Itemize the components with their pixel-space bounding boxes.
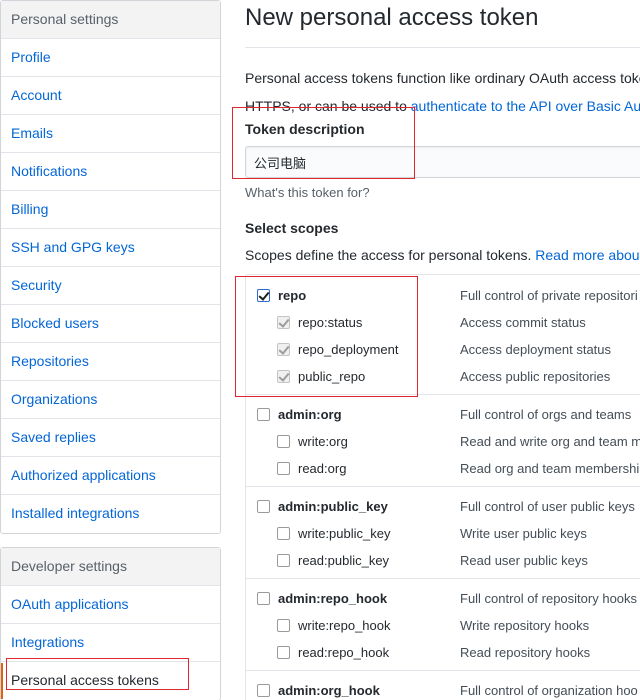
sidebar-item-installed-integrations[interactable]: Installed integrations (1, 495, 220, 533)
scope-description: Access deployment status (460, 342, 612, 357)
scope-row-repo-status: repo:status Access commit status (246, 309, 640, 336)
scope-name: write:repo_hook (298, 618, 391, 633)
developer-settings-menu: Developer settings OAuth applications In… (0, 547, 221, 700)
scope-name: read:org (298, 461, 347, 476)
sidebar-item-blocked-users[interactable]: Blocked users (1, 305, 220, 343)
scope-row-admin-org: admin:org Full control of orgs and teams (246, 401, 640, 428)
scope-row-read-org: read:org Read org and team membership (246, 455, 640, 482)
scope-name: write:public_key (298, 526, 391, 541)
sidebar-item-ssh-gpg-keys[interactable]: SSH and GPG keys (1, 229, 220, 267)
sidebar-item-organizations[interactable]: Organizations (1, 381, 220, 419)
scope-row-admin-org-hook: admin:org_hook Full control of organizat… (246, 677, 640, 700)
intro-text: Personal access tokens function like ord… (245, 64, 640, 120)
scope-group-admin-org: admin:org Full control of orgs and teams… (246, 394, 640, 486)
scope-name: repo:status (298, 315, 363, 330)
scope-checkbox-public-repo[interactable] (277, 370, 290, 383)
scope-name: read:repo_hook (298, 645, 390, 660)
scope-group-admin-org-hook: admin:org_hook Full control of organizat… (246, 670, 640, 700)
token-description-note: What's this token for? (245, 185, 370, 200)
scopes-list: repo Full control of private repositori … (245, 274, 640, 700)
read-more-scopes-link[interactable]: Read more about O (535, 247, 640, 263)
sidebar-item-oauth-applications[interactable]: OAuth applications (1, 586, 220, 624)
scope-description: Read user public keys (460, 553, 588, 568)
scope-description: Read and write org and team m (460, 434, 640, 449)
main-content: New personal access token Personal acces… (245, 0, 640, 700)
scope-checkbox-write-public-key[interactable] (277, 527, 290, 540)
sidebar-item-saved-replies[interactable]: Saved replies (1, 419, 220, 457)
scope-group-admin-public-key: admin:public_key Full control of user pu… (246, 486, 640, 578)
scope-name: admin:public_key (278, 499, 388, 514)
basic-auth-link[interactable]: authenticate to the API over Basic Auth (411, 98, 640, 114)
scope-checkbox-read-org[interactable] (277, 462, 290, 475)
scope-description: Read org and team membership (460, 461, 640, 476)
sidebar-item-repositories[interactable]: Repositories (1, 343, 220, 381)
scope-description: Full control of repository hooks (460, 591, 638, 606)
personal-settings-menu: Personal settings Profile Account Emails… (0, 0, 221, 534)
developer-settings-heading: Developer settings (1, 548, 220, 586)
scope-row-admin-public-key: admin:public_key Full control of user pu… (246, 493, 640, 520)
sidebar-item-integrations[interactable]: Integrations (1, 624, 220, 662)
scope-description: Full control of orgs and teams (460, 407, 632, 422)
scope-description: Access public repositories (460, 369, 611, 384)
sidebar-item-label: Personal access tokens (11, 672, 159, 688)
scope-checkbox-admin-org-hook[interactable] (257, 684, 270, 697)
scope-row-repo-deployment: repo_deployment Access deployment status (246, 336, 640, 363)
select-scopes-label: Select scopes (245, 220, 339, 236)
intro-line-1: Personal access tokens function like ord… (245, 70, 640, 86)
scope-row-repo: repo Full control of private repositori (246, 282, 640, 309)
scope-description: Full control of organization hoo (460, 683, 638, 698)
scope-checkbox-admin-repo-hook[interactable] (257, 592, 270, 605)
sidebar-item-security[interactable]: Security (1, 267, 220, 305)
personal-settings-heading: Personal settings (1, 1, 220, 39)
scope-checkbox-read-public-key[interactable] (277, 554, 290, 567)
scope-name: repo (278, 288, 307, 303)
page-title: New personal access token (245, 4, 539, 31)
scope-checkbox-repo-status[interactable] (277, 316, 290, 329)
scope-name: admin:repo_hook (278, 591, 388, 606)
scope-name: public_repo (298, 369, 366, 384)
sidebar-item-notifications[interactable]: Notifications (1, 153, 220, 191)
scope-checkbox-repo-deployment[interactable] (277, 343, 290, 356)
scope-row-write-public-key: write:public_key Write user public keys (246, 520, 640, 547)
scope-checkbox-read-repo-hook[interactable] (277, 646, 290, 659)
scope-group-admin-repo-hook: admin:repo_hook Full control of reposito… (246, 578, 640, 670)
scope-checkbox-write-repo-hook[interactable] (277, 619, 290, 632)
scope-checkbox-admin-public-key[interactable] (257, 500, 270, 513)
sidebar-item-emails[interactable]: Emails (1, 115, 220, 153)
scope-row-admin-repo-hook: admin:repo_hook Full control of reposito… (246, 585, 640, 612)
intro-line-2-text: HTTPS, or can be used to (245, 98, 411, 114)
sidebar-item-authorized-applications[interactable]: Authorized applications (1, 457, 220, 495)
sidebar-item-billing[interactable]: Billing (1, 191, 220, 229)
scope-name: repo_deployment (298, 342, 399, 357)
sidebar-item-account[interactable]: Account (1, 77, 220, 115)
scope-description: Write user public keys (460, 526, 587, 541)
scopes-description: Scopes define the access for personal to… (245, 247, 640, 263)
scope-checkbox-repo[interactable] (257, 289, 270, 302)
scope-row-write-org: write:org Read and write org and team m (246, 428, 640, 455)
scope-description: Full control of private repositori (460, 288, 638, 303)
scope-checkbox-write-org[interactable] (277, 435, 290, 448)
scopes-description-text: Scopes define the access for personal to… (245, 247, 536, 263)
scope-name: admin:org_hook (278, 683, 380, 698)
scope-row-write-repo-hook: write:repo_hook Write repository hooks (246, 612, 640, 639)
selected-indicator (1, 663, 3, 699)
scope-row-read-public-key: read:public_key Read user public keys (246, 547, 640, 574)
scope-row-read-repo-hook: read:repo_hook Read repository hooks (246, 639, 640, 666)
sidebar-item-profile[interactable]: Profile (1, 39, 220, 77)
scope-row-public-repo: public_repo Access public repositories (246, 363, 640, 390)
scope-description: Full control of user public keys (460, 499, 635, 514)
sidebar-item-personal-access-tokens[interactable]: Personal access tokens (1, 662, 220, 700)
scope-checkbox-admin-org[interactable] (257, 408, 270, 421)
scope-group-repo: repo Full control of private repositori … (246, 275, 640, 395)
token-description-input[interactable] (245, 146, 640, 178)
scope-description: Access commit status (460, 315, 586, 330)
scope-description: Write repository hooks (460, 618, 590, 633)
scope-name: read:public_key (298, 553, 390, 568)
scope-description: Read repository hooks (460, 645, 591, 660)
intro-line-2: HTTPS, or can be used to authenticate to… (245, 92, 640, 120)
title-divider (245, 47, 640, 48)
scope-name: write:org (298, 434, 348, 449)
scope-name: admin:org (278, 407, 342, 422)
token-description-label: Token description (245, 121, 365, 137)
